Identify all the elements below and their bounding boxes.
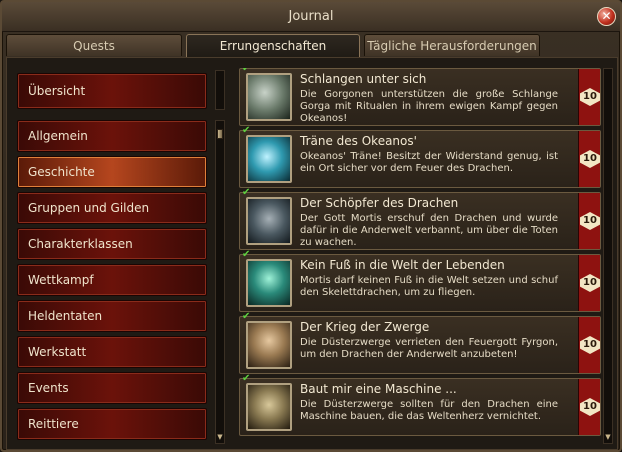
achievement-description: Die Düsterzwerge sollten für den Drachen… xyxy=(300,399,558,422)
completed-check-icon: ✔ xyxy=(242,373,251,384)
category-scrollbar[interactable]: ▼ xyxy=(215,120,225,444)
completed-check-icon: ✔ xyxy=(242,311,251,322)
journal-window: Journal ✕ Quests Errungenschaften Täglic… xyxy=(0,0,622,452)
spirit-icon xyxy=(246,259,292,307)
achievement-item[interactable]: ✔ Der Krieg der Zwerge Die Düsterzwerge … xyxy=(239,311,601,374)
window-title: Journal xyxy=(288,9,334,24)
nav-item-allgemein[interactable]: Allgemein xyxy=(17,120,207,152)
achievement-item[interactable]: ✔ Der Schöpfer des Drachen Der Gott Mort… xyxy=(239,187,601,250)
achievement-item[interactable]: ✔ Kein Fuß in die Welt der Lebenden Mort… xyxy=(239,249,601,312)
scroll-thumb[interactable] xyxy=(217,129,223,139)
tab-bar: Quests Errungenschaften Tägliche Herausf… xyxy=(6,34,618,58)
completed-check-icon: ✔ xyxy=(242,187,251,198)
achievement-list: ✔ Schlangen unter sich Die Gorgonen unte… xyxy=(239,68,615,448)
points-badge: 10 xyxy=(580,398,600,416)
machine-icon xyxy=(246,383,292,431)
points-badge: 10 xyxy=(580,274,600,292)
points-badge: 10 xyxy=(580,336,600,354)
achievement-description: Mortis darf keinen Fuß in die Welt setze… xyxy=(300,275,558,298)
teardrop-icon xyxy=(246,135,292,183)
dwarf-icon xyxy=(246,321,292,369)
achievement-description: Die Gorgonen unterstützen die große Schl… xyxy=(300,89,558,124)
scroll-down-icon[interactable]: ▼ xyxy=(216,433,224,441)
nav-item-charakterklassen[interactable]: Charakterklassen xyxy=(17,228,207,260)
achievement-title: Baut mir eine Maschine ... xyxy=(300,382,457,396)
achievement-title: Schlangen unter sich xyxy=(300,72,427,86)
achievement-points: 10 xyxy=(578,255,600,311)
tab-quests[interactable]: Quests xyxy=(6,34,182,56)
achievement-points: 10 xyxy=(578,317,600,373)
nav-item-gruppen-und-gilden[interactable]: Gruppen und Gilden xyxy=(17,192,207,224)
achievement-item[interactable]: ✔ Baut mir eine Maschine ... Die Düsterz… xyxy=(239,373,601,436)
achievement-scrollbar[interactable]: ▼ xyxy=(603,68,613,444)
achievement-points: 10 xyxy=(578,69,600,125)
nav-item-overview[interactable]: Übersicht xyxy=(17,73,207,109)
category-panel: Übersicht Allgemein Geschichte Gruppen u… xyxy=(17,68,225,448)
nav-item-wettkampf[interactable]: Wettkampf xyxy=(17,264,207,296)
completed-check-icon: ✔ xyxy=(242,68,251,74)
journal-content: Übersicht Allgemein Geschichte Gruppen u… xyxy=(6,57,618,450)
nav-item-heldentaten[interactable]: Heldentaten xyxy=(17,300,207,332)
achievement-title: Der Schöpfer des Drachen xyxy=(300,196,459,210)
nav-item-events[interactable]: Events xyxy=(17,372,207,404)
close-icon: ✕ xyxy=(601,9,612,23)
completed-check-icon: ✔ xyxy=(242,249,251,260)
achievement-points: 10 xyxy=(578,193,600,249)
mortis-icon xyxy=(246,197,292,245)
title-bar: Journal xyxy=(2,2,620,32)
points-badge: 10 xyxy=(580,150,600,168)
achievement-title: Der Krieg der Zwerge xyxy=(300,320,430,334)
achievement-title: Kein Fuß in die Welt der Lebenden xyxy=(300,258,505,272)
achievement-points: 10 xyxy=(578,379,600,435)
achievement-description: Der Gott Mortis erschuf den Drachen und … xyxy=(300,213,558,248)
achievement-points: 10 xyxy=(578,131,600,187)
achievement-title: Träne des Okeanos' xyxy=(300,134,417,148)
achievement-item[interactable]: ✔ Träne des Okeanos' Okeanos' Träne! Bes… xyxy=(239,125,601,188)
points-badge: 10 xyxy=(580,88,600,106)
nav-item-werkstatt[interactable]: Werkstatt xyxy=(17,336,207,368)
nav-item-reittiere[interactable]: Reittiere xyxy=(17,408,207,440)
tab-taegliche-herausforderungen[interactable]: Tägliche Herausforderungen xyxy=(364,34,540,56)
achievement-item[interactable]: ✔ Schlangen unter sich Die Gorgonen unte… xyxy=(239,68,601,126)
close-button[interactable]: ✕ xyxy=(597,7,616,26)
achievement-description: Die Düsterzwerge verrieten den Feuergott… xyxy=(300,337,558,360)
tab-errungenschaften[interactable]: Errungenschaften xyxy=(186,34,360,58)
achievement-description: Okeanos' Träne! Besitzt der Widerstand g… xyxy=(300,151,558,174)
scroll-down-icon[interactable]: ▼ xyxy=(604,433,612,441)
completed-check-icon: ✔ xyxy=(242,125,251,136)
serpent-icon xyxy=(246,73,292,121)
nav-item-geschichte[interactable]: Geschichte xyxy=(17,156,207,188)
points-badge: 10 xyxy=(580,212,600,230)
overview-scrollbar[interactable] xyxy=(215,70,225,110)
